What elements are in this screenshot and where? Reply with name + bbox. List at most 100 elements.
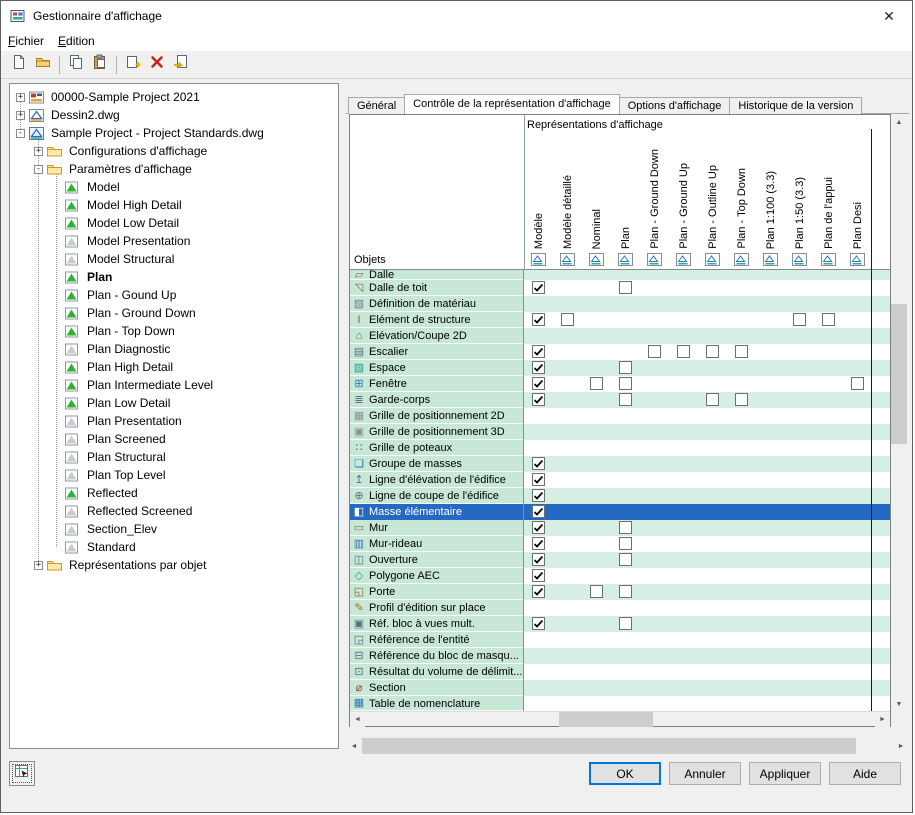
help-button[interactable]: Aide bbox=[829, 762, 901, 785]
menu-edition[interactable]: Edition bbox=[51, 32, 102, 50]
object-row-r-f-rence-de-l-entit[interactable]: ◲ Référence de l'entité bbox=[350, 632, 890, 648]
unchecked-checkbox[interactable] bbox=[677, 345, 690, 358]
object-row-ouverture[interactable]: ◫ Ouverture bbox=[350, 552, 890, 568]
unchecked-checkbox[interactable] bbox=[619, 521, 632, 534]
tree-item-plan-low-detail[interactable]: Plan Low Detail bbox=[10, 394, 338, 412]
tree-item-plan-intermediate-level[interactable]: Plan Intermediate Level bbox=[10, 376, 338, 394]
checked-checkbox[interactable] bbox=[532, 393, 545, 406]
tree-item-model-presentation[interactable]: Model Presentation bbox=[10, 232, 338, 250]
object-name-cell[interactable]: ↥ Ligne d'élévation de l'édifice bbox=[350, 472, 524, 488]
tree-item-param-tres-d-affichage[interactable]: - Paramètres d'affichage bbox=[10, 160, 338, 178]
object-row-fen-tre[interactable]: ⊞ Fenêtre bbox=[350, 376, 890, 392]
object-row-section[interactable]: ⌀ Section bbox=[350, 680, 890, 696]
delete-button[interactable] bbox=[145, 53, 169, 76]
object-row-r-sultat-du-volume-de-d-limit[interactable]: ⊡ Résultat du volume de délimit... bbox=[350, 664, 890, 680]
tree-item-standard[interactable]: Standard bbox=[10, 538, 338, 556]
close-button[interactable]: ✕ bbox=[866, 1, 912, 31]
object-row-r-f-rence-du-bloc-de-masqu[interactable]: ⊟ Référence du bloc de masqu... bbox=[350, 648, 890, 664]
new-display-item-button[interactable] bbox=[121, 53, 145, 76]
object-row-masse-l-mentaire[interactable]: ◧ Masse élémentaire bbox=[350, 504, 890, 520]
checked-checkbox[interactable] bbox=[532, 361, 545, 374]
scroll-left-arrow[interactable]: ◄ bbox=[346, 738, 362, 754]
object-name-cell[interactable]: ≣ Garde-corps bbox=[350, 392, 524, 408]
unchecked-checkbox[interactable] bbox=[706, 345, 719, 358]
checked-checkbox[interactable] bbox=[532, 617, 545, 630]
object-name-cell[interactable]: ▱ Dalle bbox=[350, 270, 524, 280]
collapse-icon[interactable]: - bbox=[16, 128, 25, 138]
object-name-cell[interactable]: ⊕ Ligne de coupe de l'édifice bbox=[350, 488, 524, 504]
tree-item-model-low-detail[interactable]: Model Low Detail bbox=[10, 214, 338, 232]
new-button[interactable] bbox=[7, 53, 31, 76]
checked-checkbox[interactable] bbox=[532, 585, 545, 598]
paste-button[interactable] bbox=[88, 53, 112, 76]
tree-item-reflected-screened[interactable]: Reflected Screened bbox=[10, 502, 338, 520]
unchecked-checkbox[interactable] bbox=[619, 361, 632, 374]
object-row-escalier[interactable]: ▤ Escalier bbox=[350, 344, 890, 360]
tree-item-plan-top-down[interactable]: Plan - Top Down bbox=[10, 322, 338, 340]
object-name-cell[interactable]: ⌀ Section bbox=[350, 680, 524, 696]
object-name-cell[interactable]: ▣ Réf. bloc à vues mult. bbox=[350, 616, 524, 632]
object-row-d-finition-de-mat-riau[interactable]: ▨ Définition de matériau bbox=[350, 296, 890, 312]
checked-checkbox[interactable] bbox=[532, 569, 545, 582]
object-name-cell[interactable]: I Elément de structure bbox=[350, 312, 524, 328]
object-name-cell[interactable]: ▣ Grille de positionnement 3D bbox=[350, 424, 524, 440]
object-row-grille-de-poteaux[interactable]: ∷ Grille de poteaux bbox=[350, 440, 890, 456]
checked-checkbox[interactable] bbox=[532, 505, 545, 518]
checked-checkbox[interactable] bbox=[532, 313, 545, 326]
unchecked-checkbox[interactable] bbox=[619, 585, 632, 598]
unchecked-checkbox[interactable] bbox=[822, 313, 835, 326]
object-row-dalle[interactable]: ▱ Dalle bbox=[350, 270, 890, 280]
tree-item-plan-ground-down[interactable]: Plan - Ground Down bbox=[10, 304, 338, 322]
object-name-cell[interactable]: ▤ Escalier bbox=[350, 344, 524, 360]
unchecked-checkbox[interactable] bbox=[619, 377, 632, 390]
scroll-left-arrow[interactable]: ◄ bbox=[350, 712, 365, 727]
collapse-icon[interactable]: - bbox=[34, 164, 43, 174]
open-button[interactable] bbox=[31, 53, 55, 76]
grid-vertical-scrollbar[interactable]: ▲ ▼ bbox=[891, 114, 907, 712]
object-name-cell[interactable]: ❏ Groupe de masses bbox=[350, 456, 524, 472]
unchecked-checkbox[interactable] bbox=[735, 345, 748, 358]
menu-fichier[interactable]: Fichier bbox=[1, 32, 51, 50]
object-name-cell[interactable]: ▭ Mur bbox=[350, 520, 524, 536]
object-name-cell[interactable]: ⊟ Référence du bloc de masqu... bbox=[350, 648, 524, 664]
object-name-cell[interactable]: ▦ Grille de positionnement 2D bbox=[350, 408, 524, 424]
object-row-r-f-bloc-vues-mult[interactable]: ▣ Réf. bloc à vues mult. bbox=[350, 616, 890, 632]
tree-item-plan-structural[interactable]: Plan Structural bbox=[10, 448, 338, 466]
object-row-groupe-de-masses[interactable]: ❏ Groupe de masses bbox=[350, 456, 890, 472]
checked-checkbox[interactable] bbox=[532, 345, 545, 358]
object-name-cell[interactable]: ◇ Polygone AEC bbox=[350, 568, 524, 584]
tab-contr-le-de-la-repr-sentation-d-affichage[interactable]: Contrôle de la représentation d'affichag… bbox=[404, 94, 620, 114]
scroll-down-arrow[interactable]: ▼ bbox=[891, 696, 907, 712]
object-row-profil-d-dition-sur-place[interactable]: ✎ Profil d'édition sur place bbox=[350, 600, 890, 616]
object-name-cell[interactable]: ▦ Table de nomenclature bbox=[350, 696, 524, 711]
scroll-up-arrow[interactable]: ▲ bbox=[891, 114, 907, 130]
object-name-cell[interactable]: ▨ Définition de matériau bbox=[350, 296, 524, 312]
object-name-cell[interactable]: ◱ Porte bbox=[350, 584, 524, 600]
panel-horizontal-scrollbar[interactable]: ◄ ► bbox=[346, 738, 909, 754]
checked-checkbox[interactable] bbox=[532, 553, 545, 566]
object-name-cell[interactable]: ⊡ Résultat du volume de délimit... bbox=[350, 664, 524, 680]
tree-item-plan-high-detail[interactable]: Plan High Detail bbox=[10, 358, 338, 376]
panel-splitter[interactable] bbox=[339, 83, 346, 749]
grid-horizontal-scrollbar[interactable]: ◄ ► bbox=[350, 711, 890, 727]
scroll-thumb[interactable] bbox=[891, 304, 907, 444]
tree-item-plan-presentation[interactable]: Plan Presentation bbox=[10, 412, 338, 430]
tree-item-sample-project-project-standards-dwg[interactable]: - Sample Project - Project Standards.dwg bbox=[10, 124, 338, 142]
expand-icon[interactable]: + bbox=[34, 560, 43, 570]
unchecked-checkbox[interactable] bbox=[619, 281, 632, 294]
object-row-table-de-nomenclature[interactable]: ▦ Table de nomenclature bbox=[350, 696, 890, 711]
unchecked-checkbox[interactable] bbox=[793, 313, 806, 326]
unchecked-checkbox[interactable] bbox=[735, 393, 748, 406]
checked-checkbox[interactable] bbox=[532, 457, 545, 470]
unchecked-checkbox[interactable] bbox=[619, 393, 632, 406]
object-name-cell[interactable]: ◧ Masse élémentaire bbox=[350, 504, 524, 520]
tab-historique-de-la-version[interactable]: Historique de la version bbox=[729, 97, 863, 114]
expand-icon[interactable]: + bbox=[16, 110, 25, 120]
scroll-thumb[interactable] bbox=[559, 712, 653, 727]
object-row-ligne-d-l-vation-de-l-difice[interactable]: ↥ Ligne d'élévation de l'édifice bbox=[350, 472, 890, 488]
object-row-garde-corps[interactable]: ≣ Garde-corps bbox=[350, 392, 890, 408]
object-row-mur[interactable]: ▭ Mur bbox=[350, 520, 890, 536]
object-name-cell[interactable]: ⌂ Elévation/Coupe 2D bbox=[350, 328, 524, 344]
checked-checkbox[interactable] bbox=[532, 473, 545, 486]
tree-item-plan-top-level[interactable]: Plan Top Level bbox=[10, 466, 338, 484]
